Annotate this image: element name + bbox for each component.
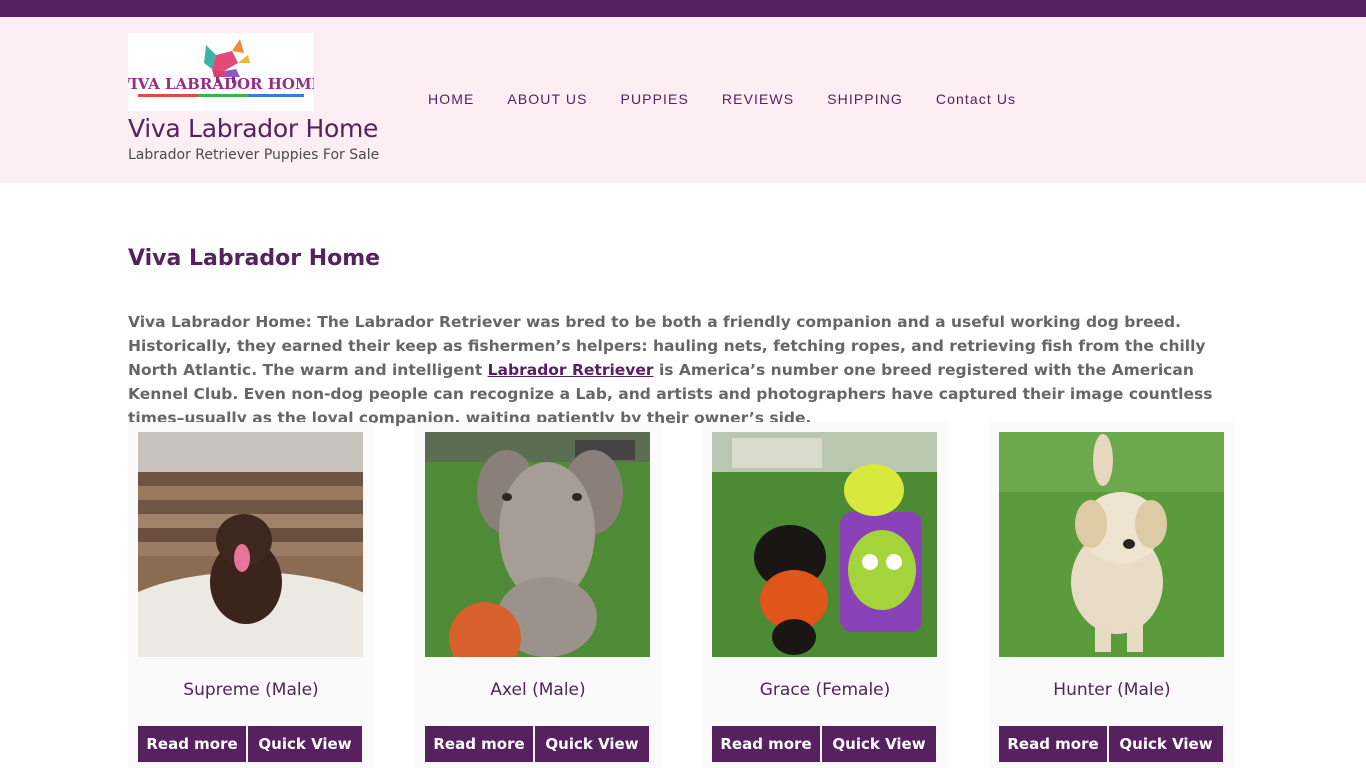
page-title: Viva Labrador Home xyxy=(128,246,381,271)
site-title[interactable]: Viva Labrador Home xyxy=(128,114,378,143)
product-name[interactable]: Supreme (Male) xyxy=(128,680,374,700)
nav-item-contact-us[interactable]: Contact Us xyxy=(936,91,1016,107)
nav-item-home[interactable]: HOME xyxy=(428,91,474,107)
top-bar xyxy=(0,0,1366,17)
nav-item-reviews[interactable]: REVIEWS xyxy=(722,91,794,107)
read-more-button[interactable]: Read more xyxy=(138,726,246,762)
quick-view-button[interactable]: Quick View xyxy=(1109,726,1223,762)
quick-view-button[interactable]: Quick View xyxy=(535,726,649,762)
site-logo[interactable]: VIVA LABRADOR HOME xyxy=(128,33,314,111)
product-card: Supreme (Male) Read more Quick View xyxy=(128,422,374,768)
nav-item-about-us[interactable]: ABOUT US xyxy=(507,91,587,107)
quick-view-button[interactable]: Quick View xyxy=(248,726,362,762)
product-card: Grace (Female) Read more Quick View xyxy=(702,422,948,768)
product-card: Axel (Male) Read more Quick View xyxy=(415,422,661,768)
product-name[interactable]: Grace (Female) xyxy=(702,680,948,700)
yellow-puppy-photo-icon xyxy=(999,432,1224,657)
chocolate-puppy-photo-icon xyxy=(138,432,363,657)
nav-item-puppies[interactable]: PUPPIES xyxy=(621,91,689,107)
product-name[interactable]: Hunter (Male) xyxy=(989,680,1235,700)
product-image[interactable] xyxy=(138,432,363,657)
site-tagline: Labrador Retriever Puppies For Sale xyxy=(128,147,380,163)
silver-puppy-photo-icon xyxy=(425,432,650,657)
site-header: VIVA LABRADOR HOME Viva Labrador Home La… xyxy=(0,17,1366,183)
product-image[interactable] xyxy=(712,432,937,657)
labrador-retriever-link[interactable]: Labrador Retriever xyxy=(488,361,654,379)
product-image[interactable] xyxy=(425,432,650,657)
svg-text:VIVA LABRADOR HOME: VIVA LABRADOR HOME xyxy=(128,75,314,93)
product-card: Hunter (Male) Read more Quick View xyxy=(989,422,1235,768)
nav-item-shipping[interactable]: SHIPPING xyxy=(827,91,903,107)
read-more-button[interactable]: Read more xyxy=(999,726,1107,762)
read-more-button[interactable]: Read more xyxy=(712,726,820,762)
read-more-button[interactable]: Read more xyxy=(425,726,533,762)
quick-view-button[interactable]: Quick View xyxy=(822,726,936,762)
black-puppy-photo-icon xyxy=(712,432,937,657)
product-image[interactable] xyxy=(999,432,1224,657)
main-navigation: HOME ABOUT US PUPPIES REVIEWS SHIPPING C… xyxy=(428,91,1049,107)
intro-paragraph: Viva Labrador Home: The Labrador Retriev… xyxy=(128,310,1240,430)
product-name[interactable]: Axel (Male) xyxy=(415,680,661,700)
dog-logo-icon: VIVA LABRADOR HOME xyxy=(128,33,314,111)
